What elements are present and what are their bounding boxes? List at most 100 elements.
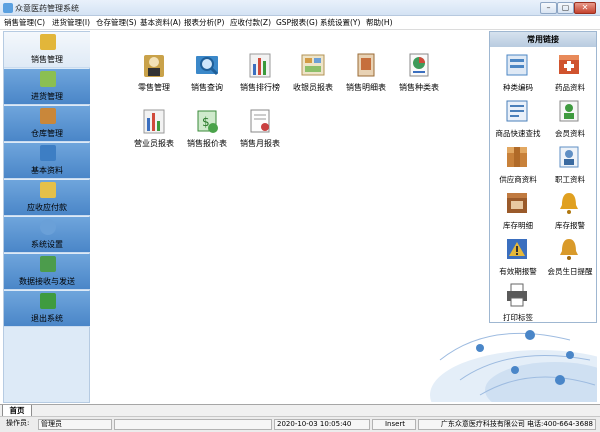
tile-monthly-report[interactable]: 销售月报表 [231, 108, 289, 154]
quick-link-label: 库存明细 [503, 221, 533, 230]
quick-link-label: 有效期报警 [499, 267, 537, 276]
title-bar: 众意医药管理系统 – ▢ ✕ [0, 0, 600, 16]
tile-retail[interactable]: 零售管理 [125, 52, 183, 98]
quick-link-medicine-data[interactable]: 药品资料 [544, 52, 596, 100]
sales-detail-icon [354, 52, 378, 78]
operator-name: 管理员 [38, 419, 112, 430]
sidebar-item-exit[interactable]: 退出系统 [4, 291, 90, 327]
quick-link-label: 会员资料 [555, 129, 585, 138]
incoming-goods-icon [40, 71, 56, 87]
settings-gear-icon [40, 219, 56, 235]
retail-man-icon [142, 52, 166, 78]
calculator-icon [40, 34, 56, 50]
quick-links-panel: 常用链接 种类编码 药品资料 商品快速查找 会员资料 供应商资料 职工资料 库存… [489, 31, 597, 323]
menu-basic-data[interactable]: 基本资料(A) [140, 17, 181, 28]
tile-price-quote[interactable]: $ 销售报价表 [178, 108, 236, 154]
sidebar-item-basic-data[interactable]: 基本资料 [4, 143, 90, 179]
decorative-network-graphic [420, 300, 597, 402]
menu-sales[interactable]: 销售管理(C) [4, 17, 45, 28]
tile-label: 销售报价表 [187, 139, 227, 148]
exit-door-icon [40, 293, 56, 309]
sidebar-item-label: 仓库管理 [31, 129, 63, 138]
app-window: 众意医药管理系统 – ▢ ✕ 销售管理(C) 进货管理(I) 仓存管理(S) 基… [0, 0, 600, 432]
quick-link-birthday-reminder[interactable]: 会员生日提醒 [544, 236, 596, 284]
price-quote-icon: $ [195, 108, 219, 134]
status-datetime: 2020-10-03 10:05:40 [274, 419, 370, 430]
birthday-bell-icon [557, 236, 581, 262]
warehouse-icon [40, 108, 56, 124]
app-logo-icon [3, 3, 13, 13]
tile-sales-detail[interactable]: 销售明细表 [337, 52, 395, 98]
quick-link-quick-find[interactable]: 商品快速查找 [492, 98, 544, 146]
menu-payments[interactable]: 应收付款(Z) [230, 17, 271, 28]
cashier-report-icon [301, 52, 325, 78]
sidebar-item-sales[interactable]: 销售管理 [4, 32, 90, 68]
menu-gsp-reports[interactable]: GSP报表(G) [276, 17, 318, 28]
bar-ranking-icon [248, 52, 272, 78]
tile-sales-query[interactable]: 销售查询 [178, 52, 236, 98]
quick-link-label: 药品资料 [555, 83, 585, 92]
monthly-report-icon [248, 108, 272, 134]
status-input-mode: Insert [372, 419, 416, 430]
quick-link-label: 会员生日提醒 [547, 267, 593, 276]
expiry-warning-icon [505, 236, 529, 262]
quick-link-expiry-warning[interactable]: 有效期报警 [492, 236, 544, 284]
profile-card-icon [40, 145, 56, 161]
search-query-icon [195, 52, 219, 78]
sidebar-item-purchase[interactable]: 进货管理 [4, 69, 90, 105]
tile-label: 收银员报表 [293, 83, 333, 92]
quick-link-employee-data[interactable]: 职工资料 [544, 144, 596, 192]
quick-link-label: 商品快速查找 [495, 129, 541, 138]
tile-sales-category[interactable]: 销售种类表 [390, 52, 448, 98]
quick-link-member-data[interactable]: 会员资料 [544, 98, 596, 146]
menu-storage[interactable]: 仓存管理(S) [96, 17, 137, 28]
tile-label: 销售种类表 [399, 83, 439, 92]
sidebar-item-data-exchange[interactable]: 数据接收与发送 [4, 254, 90, 290]
quick-links-title: 常用链接 [490, 32, 596, 47]
tile-label: 营业员报表 [134, 139, 174, 148]
sidebar-item-label: 进货管理 [31, 92, 63, 101]
quick-link-stock-detail[interactable]: 库存明细 [492, 190, 544, 238]
window-title: 众意医药管理系统 [15, 4, 79, 13]
supplier-icon [505, 144, 529, 170]
menu-help[interactable]: 帮助(H) [366, 17, 393, 28]
tile-label: 销售月报表 [240, 139, 280, 148]
sidebar-item-warehouse[interactable]: 仓库管理 [4, 106, 90, 142]
tile-label: 销售明细表 [346, 83, 386, 92]
menu-purchase[interactable]: 进货管理(I) [52, 17, 90, 28]
quick-link-label: 库存报警 [555, 221, 585, 230]
tile-clerk-report[interactable]: 营业员报表 [125, 108, 183, 154]
quick-link-category-code[interactable]: 种类编码 [492, 52, 544, 100]
quick-link-supplier-data[interactable]: 供应商资料 [492, 144, 544, 192]
category-chart-icon [407, 52, 431, 78]
quick-find-icon [505, 98, 529, 124]
sidebar-item-accounts[interactable]: 应收应付款 [4, 180, 90, 216]
minimize-button[interactable]: – [540, 2, 557, 14]
coins-icon [40, 182, 56, 198]
status-bar: 操作员: 管理员 2020-10-03 10:05:40 Insert 广东众意… [0, 416, 600, 432]
status-blank-field [114, 419, 272, 430]
maximize-button[interactable]: ▢ [557, 2, 574, 14]
tile-cashier-report[interactable]: 收银员报表 [284, 52, 342, 98]
status-company-info: 广东众意医疗科技有限公司 电话:400-664-3688 [418, 419, 596, 430]
tab-bar: 首页 [0, 404, 600, 417]
stock-alarm-icon [557, 190, 581, 216]
menu-reports[interactable]: 报表分析(P) [184, 17, 224, 28]
sidebar-item-label: 数据接收与发送 [19, 277, 75, 286]
network-icon [40, 256, 56, 272]
operator-label: 操作员: [6, 419, 30, 427]
close-button[interactable]: ✕ [574, 2, 596, 14]
tile-sales-ranking[interactable]: 销售排行榜 [231, 52, 289, 98]
quick-link-label: 供应商资料 [499, 175, 537, 184]
sidebar-item-label: 退出系统 [31, 314, 63, 323]
menu-system-settings[interactable]: 系统设置(Y) [320, 17, 360, 28]
sidebar-item-label: 系统设置 [31, 240, 63, 249]
quick-link-label: 职工资料 [555, 175, 585, 184]
tile-label: 销售查询 [191, 83, 223, 92]
menu-bar: 销售管理(C) 进货管理(I) 仓存管理(S) 基本资料(A) 报表分析(P) … [0, 16, 600, 30]
quick-link-stock-alarm[interactable]: 库存报警 [544, 190, 596, 238]
sidebar-item-settings[interactable]: 系统设置 [4, 217, 90, 253]
clerk-report-icon [142, 108, 166, 134]
stock-detail-icon [505, 190, 529, 216]
tile-label: 零售管理 [138, 83, 170, 92]
